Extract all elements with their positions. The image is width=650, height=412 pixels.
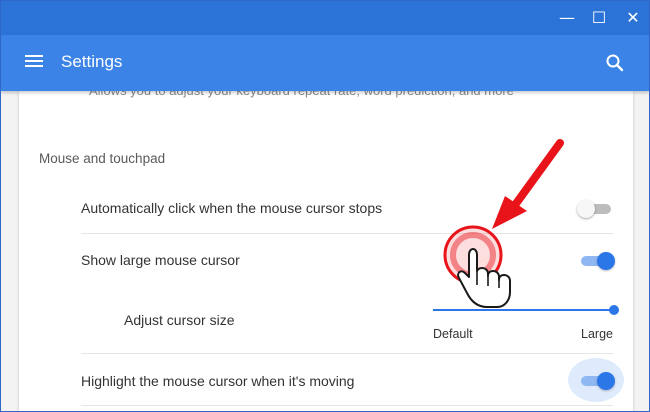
maximize-button[interactable]: ☐	[587, 7, 611, 29]
cursor-size-label: Adjust cursor size	[124, 312, 235, 328]
large-cursor-toggle[interactable]	[581, 250, 615, 270]
hamburger-menu-icon[interactable]	[25, 52, 49, 74]
slider-max-label: Large	[581, 327, 613, 341]
auto-click-label: Automatically click when the mouse curso…	[81, 200, 383, 216]
highlight-cursor-toggle[interactable]	[581, 370, 615, 390]
large-cursor-label: Show large mouse cursor	[81, 252, 240, 268]
auto-click-toggle[interactable]	[577, 198, 613, 218]
cursor-size-slider[interactable]	[433, 302, 619, 318]
settings-header: Settings	[1, 35, 649, 91]
minimize-button[interactable]: —	[555, 7, 579, 29]
app-window: — ☐ ✕ Settings Allows you to adjust your…	[0, 0, 650, 412]
close-button[interactable]: ✕	[621, 7, 645, 29]
slider-rail	[433, 309, 613, 311]
window-titlebar: — ☐ ✕	[1, 1, 649, 35]
row-divider	[81, 405, 613, 406]
slider-min-label: Default	[433, 327, 473, 341]
highlight-cursor-label: Highlight the mouse cursor when it's mov…	[81, 373, 355, 389]
row-divider	[81, 353, 613, 354]
search-icon[interactable]	[603, 51, 627, 75]
section-title-mouse-touchpad: Mouse and touchpad	[39, 151, 166, 166]
page-title: Settings	[61, 52, 123, 71]
slider-thumb[interactable]	[609, 305, 619, 315]
row-divider	[81, 233, 613, 234]
